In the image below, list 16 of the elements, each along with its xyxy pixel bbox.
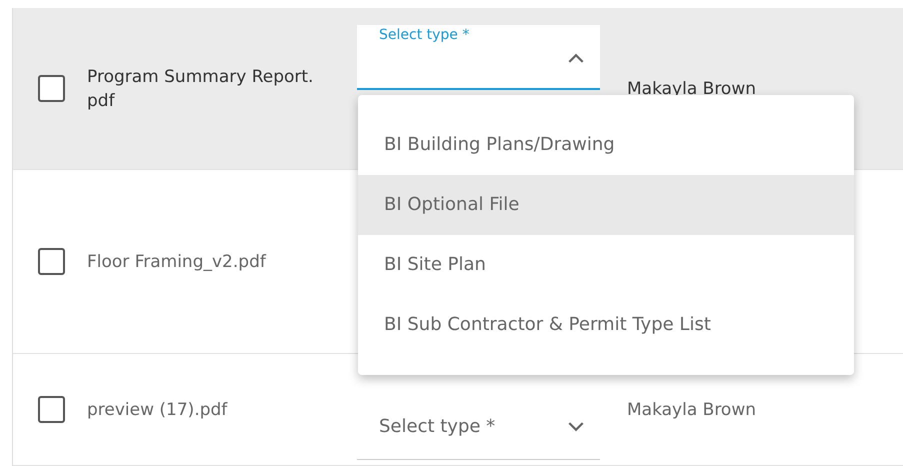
- checkbox[interactable]: [38, 396, 64, 423]
- chevron-icon: [568, 422, 584, 432]
- file-name: Floor Framing_v2.pdf: [87, 250, 268, 274]
- menu-item[interactable]: BI Sub Contractor & Permit Type List: [358, 295, 854, 355]
- chevron-icon: [568, 53, 584, 63]
- menu-item[interactable]: BI Optional File: [358, 175, 854, 235]
- owner-name: Makayla Brown: [627, 400, 756, 420]
- checkbox[interactable]: [38, 75, 64, 102]
- owner-name: Makayla Brown: [627, 78, 756, 98]
- file-name: Program Summary Report.pdf: [87, 66, 314, 112]
- type-select-field[interactable]: Select type *: [357, 25, 600, 90]
- file-name: preview (17).pdf: [87, 398, 228, 422]
- type-select-field[interactable]: Select type *: [357, 400, 600, 460]
- menu-item[interactable]: BI Building Plans/Drawing: [358, 115, 854, 175]
- checkbox[interactable]: [38, 248, 64, 275]
- menu-item[interactable]: BI Site Plan: [358, 235, 854, 295]
